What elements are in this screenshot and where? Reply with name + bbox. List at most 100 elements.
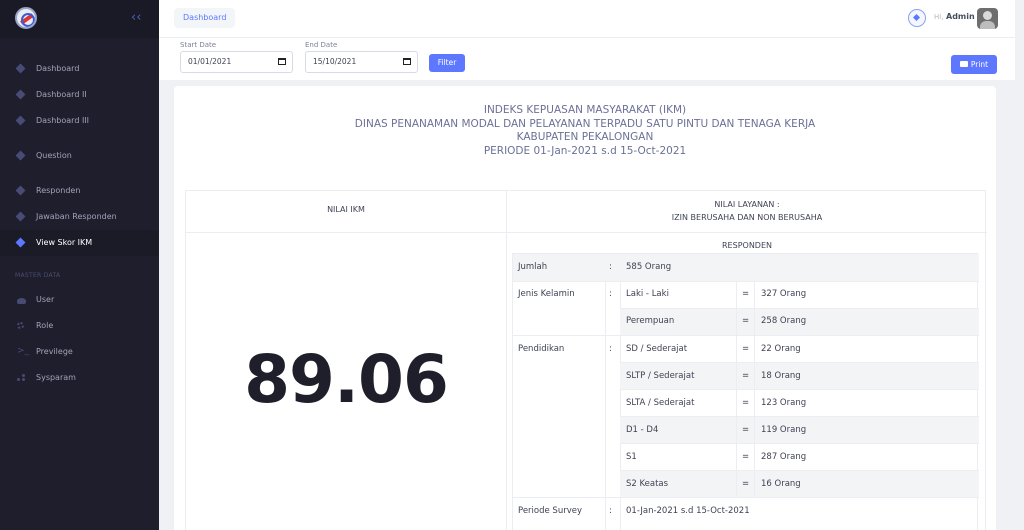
ikm-table: NILAI IKM NILAI LAYANAN : IZIN BERUSAHA … <box>185 190 987 530</box>
education-value: 18 Orang <box>761 371 801 381</box>
sidebar-item-label: Dashboard III <box>36 116 90 125</box>
education-value: 123 Orang <box>761 398 807 408</box>
calendar-icon[interactable] <box>278 58 286 65</box>
equals: = <box>742 344 750 354</box>
jenis-kelamin-label: Jenis Kelamin <box>518 289 575 299</box>
report-title-line: PERIODE 01-Jan-2021 s.d 15-Oct-2021 <box>483 144 687 157</box>
education-name: SD / Sederajat <box>626 344 688 354</box>
jumlah-value: 585 Orang <box>626 262 672 272</box>
ikm-score: 89.06 <box>244 341 449 418</box>
diamond-icon <box>15 185 26 196</box>
filter-button[interactable]: Filter <box>429 54 465 72</box>
periode-label: Periode Survey <box>518 506 583 516</box>
sidebar-item-label: View Skor IKM <box>36 238 93 247</box>
sidebar-item-label: Question <box>36 151 72 160</box>
table-row: SD / Sederajat = 22 Orang <box>620 335 979 362</box>
section-label-master-data: MASTER DATA <box>15 272 61 279</box>
print-button[interactable]: Print <box>951 55 997 74</box>
top-header: Dashboard Hi, Admin <box>159 0 1015 38</box>
start-date-label: Start Date <box>180 41 217 49</box>
greeting-text: Hi, <box>934 13 944 21</box>
periode-value: 01-Jan-2021 s.d 15-Oct-2021 <box>626 506 750 516</box>
chevron-right-icon: >_ <box>17 346 30 356</box>
sidebar-item-previlege[interactable]: >_ Previlege <box>0 339 159 365</box>
help-icon[interactable] <box>908 9 926 27</box>
jumlah-label: Jumlah <box>518 262 548 272</box>
equals: = <box>742 452 750 462</box>
gear-icon <box>17 322 24 329</box>
sidebar-item-jawaban-responden[interactable]: Jawaban Responden <box>0 204 159 230</box>
sidebar-item-dashboard-ii[interactable]: Dashboard II <box>0 82 159 108</box>
sidebar-item-sysparam[interactable]: Sysparam <box>0 365 159 391</box>
colon: : <box>609 344 612 354</box>
nilai-ikm-header: NILAI IKM <box>327 205 365 214</box>
equals: = <box>742 371 750 381</box>
gender-value: 327 Orang <box>761 289 807 299</box>
start-date-value: 01/01/2021 <box>188 57 232 66</box>
breadcrumb-dashboard[interactable]: Dashboard <box>174 8 236 28</box>
printer-icon <box>959 61 968 67</box>
filter-bar: Start Date 01/01/2021 End Date 15/10/202… <box>159 38 1015 80</box>
sidebar-item-view-skor-ikm[interactable]: View Skor IKM <box>0 230 159 256</box>
colon: : <box>609 289 612 299</box>
diamond-icon <box>15 211 26 222</box>
app-logo[interactable] <box>15 7 37 29</box>
report-title-line: KABUPATEN PEKALONGAN <box>516 131 654 143</box>
avatar[interactable] <box>977 8 998 29</box>
education-name: S1 <box>626 452 637 462</box>
calendar-icon[interactable] <box>403 58 411 65</box>
table-row: SLTP / Sederajat = 18 Orang <box>620 362 979 389</box>
collapse-sidebar-icon[interactable]: ‹‹ <box>131 11 141 25</box>
colon: : <box>609 506 612 516</box>
report-title-line: INDEKS KEPUASAN MASYARAKAT (IKM) <box>483 104 687 116</box>
end-date-input[interactable]: 15/10/2021 <box>305 51 418 73</box>
education-value: 22 Orang <box>761 344 801 354</box>
equals: = <box>742 289 750 299</box>
education-name: D1 - D4 <box>626 425 659 435</box>
equals: = <box>742 425 750 435</box>
sidebar-item-label: Dashboard II <box>36 90 87 99</box>
diamond-icon <box>15 89 26 100</box>
sidebar-item-label: Responden <box>36 186 81 195</box>
table-row: SLTA / Sederajat = 123 Orang <box>620 389 979 416</box>
gender-name: Perempuan <box>626 316 675 326</box>
table-row: Perempuan = 258 Orang <box>620 308 979 335</box>
start-date-input[interactable]: 01/01/2021 <box>180 51 293 73</box>
print-button-label: Print <box>970 60 989 69</box>
sidebar-item-label: User <box>36 295 55 304</box>
sidebar-item-label: Jawaban Responden <box>36 212 117 221</box>
table-row-jumlah: Jumlah : 585 Orang <box>513 254 979 281</box>
sidebar-item-user[interactable]: User <box>0 287 159 313</box>
sidebar: ‹‹ Dashboard Dashboard II Dashboard III … <box>0 0 159 530</box>
education-value: 287 Orang <box>761 452 807 462</box>
responden-header: RESPONDEN <box>722 241 772 250</box>
table-row: S1 = 287 Orang <box>620 443 979 470</box>
diamond-icon <box>15 237 26 248</box>
sidebar-item-dashboard[interactable]: Dashboard <box>0 56 159 82</box>
report-card: INDEKS KEPUASAN MASYARAKAT (IKM) DINAS P… <box>174 86 996 530</box>
education-name: SLTA / Sederajat <box>626 398 695 408</box>
gender-value: 258 Orang <box>761 316 807 326</box>
pendidikan-label: Pendidikan <box>518 344 565 354</box>
table-row: Laki - Laki = 327 Orang <box>620 281 979 308</box>
diamond-icon <box>15 150 26 161</box>
username[interactable]: Admin <box>946 12 975 21</box>
table-row-periode-survey: Periode Survey : 01-Jan-2021 s.d 15-Oct-… <box>513 497 979 524</box>
equals: = <box>742 479 750 489</box>
equals: = <box>742 398 750 408</box>
diamond-icon <box>15 63 26 74</box>
report-title-line: DINAS PENANAMAN MODAL DAN PELAYANAN TERP… <box>354 117 816 130</box>
nilai-layanan-label: NILAI LAYANAN : <box>714 200 780 209</box>
sidebar-item-role[interactable]: Role <box>0 313 159 339</box>
sidebar-item-responden[interactable]: Responden <box>0 178 159 204</box>
education-value: 119 Orang <box>761 425 807 435</box>
nilai-layanan-header: NILAI LAYANAN : IZIN BERUSAHA DAN NON BE… <box>507 199 987 224</box>
user-icon <box>17 298 26 304</box>
education-name: SLTP / Sederajat <box>626 371 695 381</box>
diamond-icon <box>15 115 26 126</box>
education-name: S2 Keatas <box>626 479 669 489</box>
sidebar-item-dashboard-iii[interactable]: Dashboard III <box>0 108 159 134</box>
table-row: D1 - D4 = 119 Orang <box>620 416 979 443</box>
sidebar-item-question[interactable]: Question <box>0 143 159 169</box>
sidebar-item-label: Dashboard <box>36 64 80 73</box>
